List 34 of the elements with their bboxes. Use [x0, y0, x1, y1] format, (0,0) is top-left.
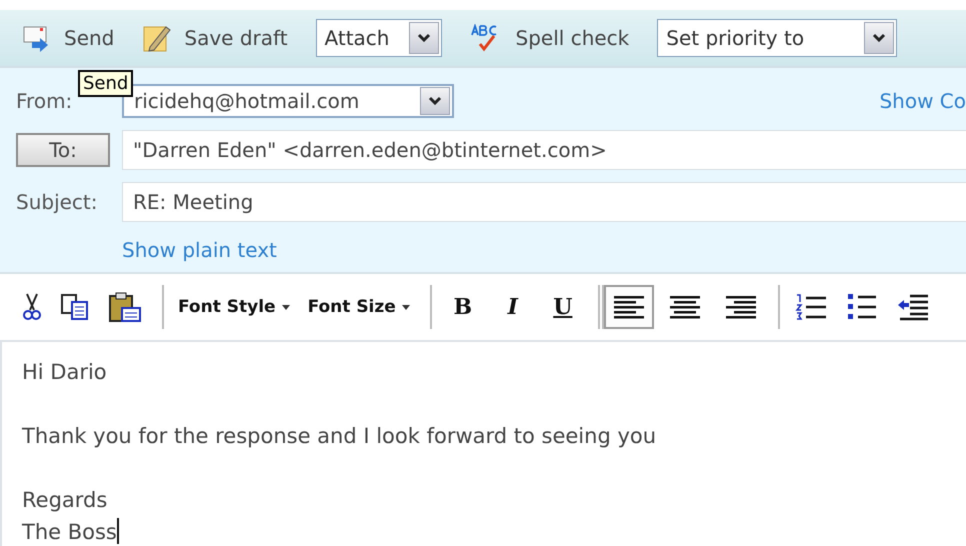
field-label: From: — [16, 89, 74, 113]
paste-icon[interactable] — [108, 291, 142, 323]
cut-icon[interactable] — [22, 292, 42, 322]
field-label: Subject: — [16, 190, 99, 214]
copy-icon[interactable] — [60, 293, 90, 321]
toolbar-button[interactable]: Spell check — [470, 24, 630, 52]
align-button[interactable] — [604, 285, 654, 329]
message-text: Hi Dario — [22, 360, 107, 384]
show-plain-text-link[interactable]: Show plain text — [122, 238, 277, 262]
chevron-down-icon — [428, 96, 442, 106]
bold-button[interactable]: B — [446, 294, 480, 320]
dropdown-button[interactable] — [420, 87, 450, 115]
message-text: Thank you for the response and I look forward to seeing you — [22, 424, 656, 448]
font-menu[interactable]: Font Style — [178, 297, 290, 317]
subject-field[interactable]: RE: Meeting — [122, 182, 966, 222]
message-text: The Boss — [22, 520, 117, 544]
dropdown-field[interactable]: Attach — [316, 19, 442, 57]
dropdown-button[interactable] — [864, 22, 894, 54]
tooltip: Send — [78, 70, 134, 97]
to-button[interactable]: To: — [16, 133, 110, 167]
bulleted-list-icon[interactable] — [846, 292, 878, 322]
to-field[interactable]: "Darren Eden" <darren.eden@btinternet.com> — [122, 130, 966, 170]
chevron-down-icon — [872, 33, 886, 43]
underline-button[interactable]: U — [546, 294, 580, 320]
dropdown-field[interactable]: Set priority to — [657, 19, 898, 57]
font-menu[interactable]: Font Size — [308, 297, 410, 317]
message-text: Regards — [22, 488, 108, 512]
toolbar-button[interactable]: Send — [22, 24, 114, 52]
numbered-list-icon[interactable] — [794, 292, 828, 322]
dropdown-button[interactable] — [408, 22, 439, 54]
show-contacts-link[interactable]: Show Co — [879, 89, 966, 113]
italic-button[interactable]: I — [496, 294, 530, 320]
chevron-down-icon — [416, 33, 431, 43]
toolbar-button[interactable]: Save draft — [142, 23, 288, 53]
